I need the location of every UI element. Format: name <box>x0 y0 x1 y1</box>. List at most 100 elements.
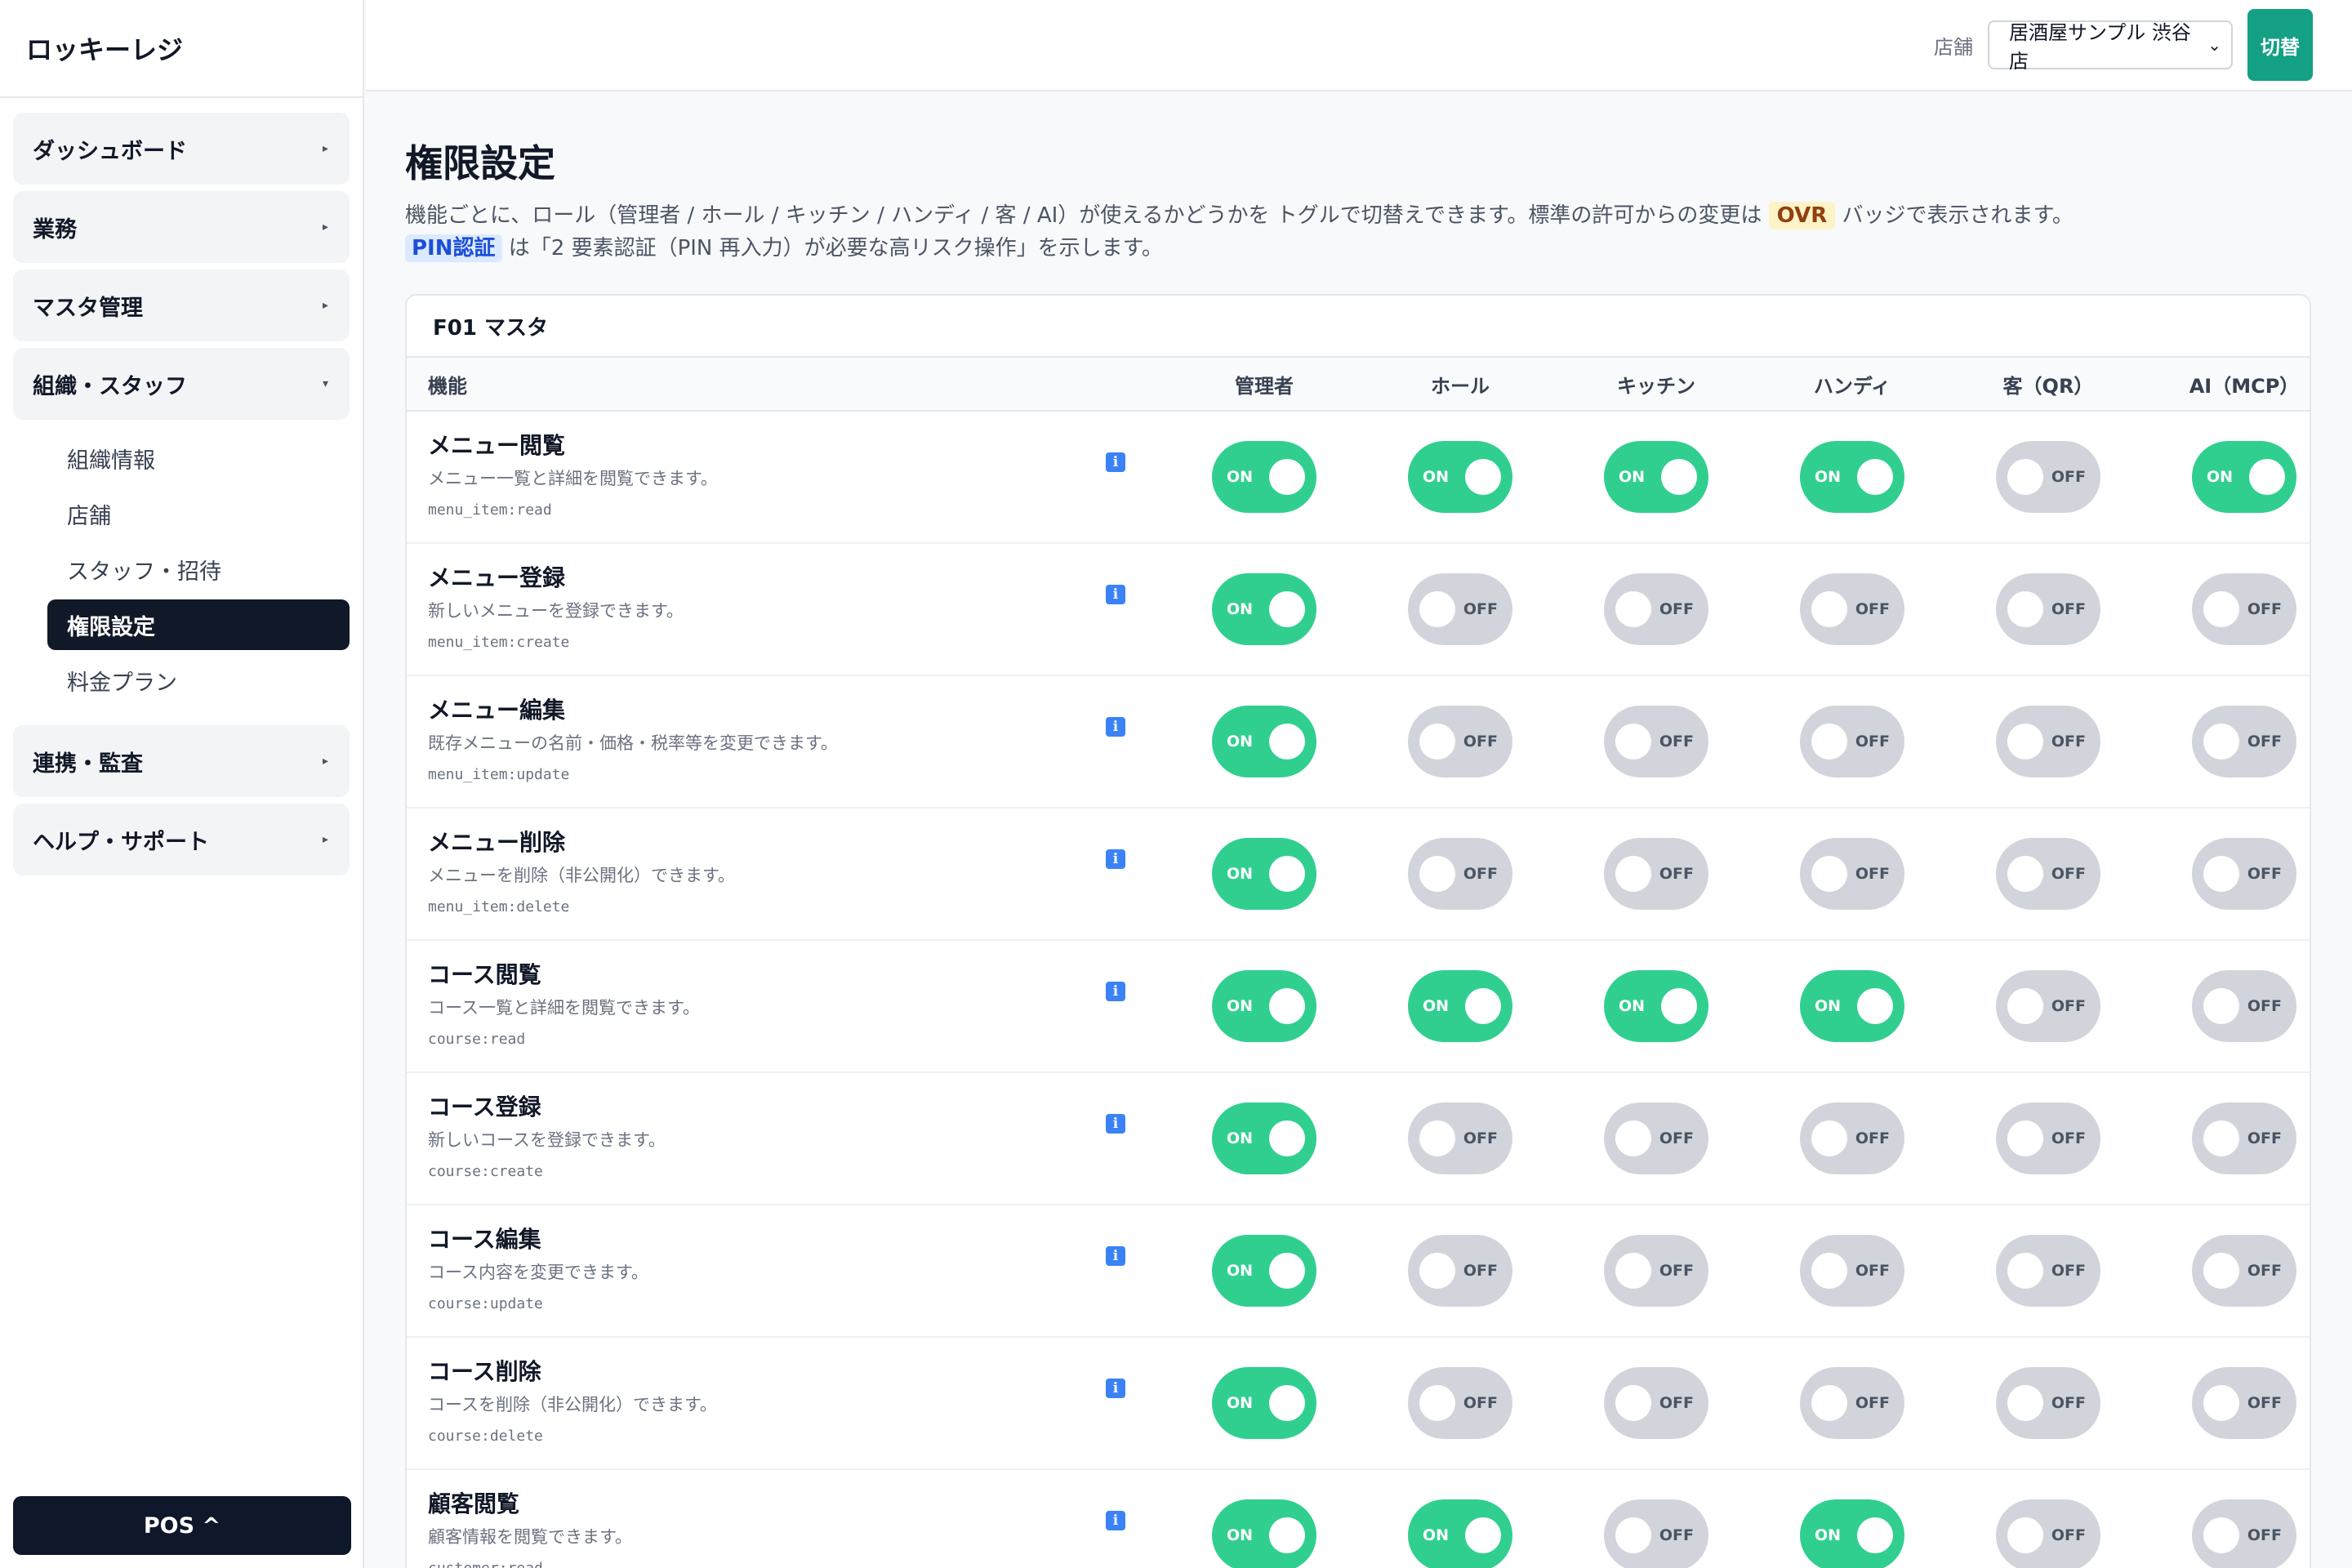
permission-toggle[interactable]: ON <box>1212 970 1316 1042</box>
permission-toggle[interactable]: ON <box>1604 970 1708 1042</box>
info-icon[interactable]: i <box>1106 1246 1125 1266</box>
chevron-down-icon: ⌄ <box>2207 35 2221 55</box>
permission-toggle[interactable]: OFF <box>1996 838 2100 910</box>
switch-store-button[interactable]: 切替 <box>2247 9 2313 81</box>
permission-toggle[interactable]: OFF <box>2192 1499 2296 1568</box>
sidebar-group[interactable]: 組織・スタッフ ▾ <box>13 348 350 420</box>
permission-toggle[interactable]: OFF <box>1996 441 2100 513</box>
role-column-header: キッチン <box>1617 374 1695 398</box>
info-icon[interactable]: i <box>1106 1511 1125 1530</box>
toggle-knob <box>2007 988 2043 1024</box>
chevron-icon: ▸ <box>322 833 328 846</box>
permission-toggle[interactable]: ON <box>1212 1499 1316 1568</box>
permission-toggle[interactable]: OFF <box>1604 838 1708 910</box>
permission-toggle[interactable]: ON <box>1800 1499 1904 1568</box>
permission-toggle[interactable]: OFF <box>2192 1367 2296 1439</box>
permission-toggle[interactable]: OFF <box>1996 1102 2100 1174</box>
role-toggle-cell: ON <box>1166 970 1362 1042</box>
sidebar-group[interactable]: マスタ管理 ▸ <box>13 270 350 341</box>
permission-toggle[interactable]: OFF <box>2192 1102 2296 1174</box>
permission-toggle[interactable]: ON <box>2192 441 2296 513</box>
toggle-knob <box>1661 988 1697 1024</box>
toggle-knob <box>2007 1517 2043 1553</box>
sidebar-group[interactable]: 連携・監査 ▸ <box>13 725 350 797</box>
feature-description: メニュー一覧と詳細を閲覧できます。 <box>428 469 718 488</box>
permission-toggle[interactable]: OFF <box>1408 706 1512 777</box>
permission-toggle[interactable]: OFF <box>1604 573 1708 645</box>
table-row: コース登録 新しいコースを登録できます。 course:create i ON OFF OF… <box>407 1073 2310 1205</box>
toggle-knob <box>2249 459 2285 495</box>
permission-toggle[interactable]: ON <box>1604 441 1708 513</box>
toggle-knob <box>1615 1253 1651 1289</box>
permission-toggle[interactable]: ON <box>1212 573 1316 645</box>
info-icon[interactable]: i <box>1106 1114 1125 1134</box>
permission-toggle[interactable]: OFF <box>1408 1102 1512 1174</box>
feature-name: 顧客閲覧 <box>428 1490 520 1517</box>
sidebar-subitem[interactable]: 組織情報 <box>47 433 350 483</box>
toggle-label: OFF <box>1463 1394 1498 1412</box>
info-icon[interactable]: i <box>1106 849 1125 869</box>
permission-toggle[interactable]: ON <box>1212 838 1316 910</box>
sidebar-subitem[interactable]: 料金プラン <box>47 655 350 706</box>
info-icon[interactable]: i <box>1106 982 1125 1001</box>
info-icon[interactable]: i <box>1106 1379 1125 1398</box>
info-icon[interactable]: i <box>1106 585 1125 604</box>
permission-toggle[interactable]: ON <box>1408 441 1512 513</box>
permission-toggle[interactable]: OFF <box>1408 1235 1512 1307</box>
toggle-knob <box>2007 591 2043 627</box>
role-toggle-cell: ON <box>1166 1102 1362 1174</box>
permission-toggle[interactable]: OFF <box>1800 1235 1904 1307</box>
toggle-label: OFF <box>1659 1394 1694 1412</box>
role-toggle-cell: OFF <box>1950 838 2146 910</box>
permission-toggle[interactable]: OFF <box>1604 1235 1708 1307</box>
permission-toggle[interactable]: ON <box>1212 1367 1316 1439</box>
info-icon[interactable]: i <box>1106 717 1125 737</box>
feature-code: customer:read <box>428 1560 543 1568</box>
permission-toggle[interactable]: OFF <box>2192 573 2296 645</box>
permission-toggle[interactable]: ON <box>1212 1102 1316 1174</box>
toggle-label: OFF <box>1659 1262 1694 1280</box>
sidebar-group[interactable]: ダッシュボード ▸ <box>13 113 350 185</box>
permission-toggle[interactable]: OFF <box>1408 1367 1512 1439</box>
permission-toggle[interactable]: OFF <box>1800 706 1904 777</box>
permission-toggle[interactable]: OFF <box>1996 970 2100 1042</box>
permission-toggle[interactable]: OFF <box>2192 706 2296 777</box>
permission-toggle[interactable]: OFF <box>2192 1235 2296 1307</box>
sidebar-group-label: ダッシュボード <box>33 138 187 164</box>
store-select[interactable]: 居酒屋サンプル 渋谷店 ⌄ <box>1988 20 2233 73</box>
permission-toggle[interactable]: ON <box>1408 970 1512 1042</box>
permission-toggle[interactable]: OFF <box>1408 573 1512 645</box>
permission-toggle[interactable]: OFF <box>1996 706 2100 777</box>
permission-toggle[interactable]: ON <box>1212 441 1316 513</box>
sidebar-subitem[interactable]: スタッフ・招待 <box>47 544 350 595</box>
permission-toggle[interactable]: OFF <box>1408 838 1512 910</box>
permission-toggle[interactable]: OFF <box>1604 1499 1708 1568</box>
permission-toggle[interactable]: OFF <box>1604 1367 1708 1439</box>
info-icon[interactable]: i <box>1106 452 1125 472</box>
permission-toggle[interactable]: ON <box>1408 1499 1512 1568</box>
permission-toggle[interactable]: OFF <box>1996 1367 2100 1439</box>
permission-toggle[interactable]: OFF <box>2192 838 2296 910</box>
permission-toggle[interactable]: ON <box>1800 441 1904 513</box>
sidebar-group[interactable]: ヘルプ・サポート ▸ <box>13 804 350 875</box>
permission-toggle[interactable]: OFF <box>1800 1367 1904 1439</box>
table-row: メニュー編集 既存メニューの名前・価格・税率等を変更できます。 menu_item:… <box>407 676 2310 808</box>
permission-toggle[interactable]: OFF <box>1996 1499 2100 1568</box>
permission-toggle[interactable]: ON <box>1212 1235 1316 1307</box>
permission-toggle[interactable]: OFF <box>1604 1102 1708 1174</box>
permission-toggle[interactable]: OFF <box>1800 838 1904 910</box>
pos-button[interactable]: POS ^ <box>13 1496 351 1555</box>
permission-toggle[interactable]: ON <box>1800 970 1904 1042</box>
permission-toggle[interactable]: OFF <box>1800 1102 1904 1174</box>
permission-toggle[interactable]: OFF <box>1604 706 1708 777</box>
permission-toggle[interactable]: OFF <box>1996 1235 2100 1307</box>
sidebar-subitem[interactable]: 権限設定 <box>47 599 350 650</box>
sidebar-group[interactable]: 業務 ▸ <box>13 191 350 263</box>
permission-toggle[interactable]: ON <box>1212 706 1316 777</box>
chevron-icon: ▸ <box>322 220 328 234</box>
permission-toggle[interactable]: OFF <box>2192 970 2296 1042</box>
permission-toggle[interactable]: OFF <box>1996 573 2100 645</box>
permission-toggle[interactable]: OFF <box>1800 573 1904 645</box>
table-row: メニュー登録 新しいメニューを登録できます。 menu_item:create i ON… <box>407 544 2310 676</box>
sidebar-subitem[interactable]: 店舗 <box>47 488 350 539</box>
